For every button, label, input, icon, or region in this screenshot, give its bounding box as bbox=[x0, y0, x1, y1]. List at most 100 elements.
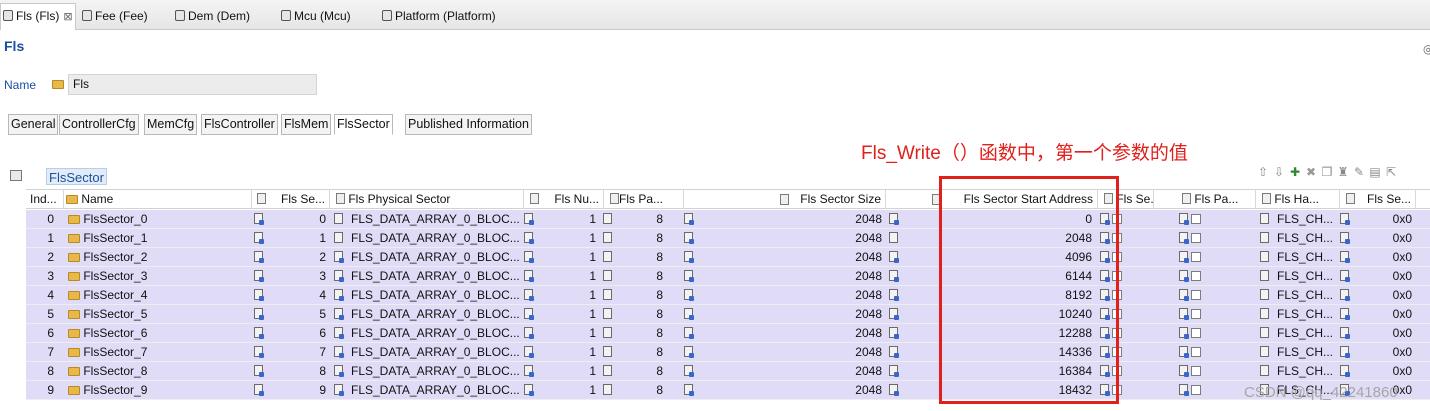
tab-controllercfg[interactable]: ControllerCfg bbox=[59, 114, 139, 135]
row-sector-size[interactable]: 2048 bbox=[726, 267, 882, 286]
table-row[interactable]: 5 FlsSector_5 5 FLS_DATA_ARRAY_0_BLOC... 1 8… bbox=[26, 305, 1430, 324]
header-name[interactable]: Name bbox=[66, 190, 252, 209]
checkbox[interactable] bbox=[1191, 347, 1202, 357]
view-menu-icon[interactable]: ◎ bbox=[1423, 42, 1430, 56]
row-fls-pa[interactable]: 8 bbox=[621, 248, 663, 267]
row-fls-se-3[interactable]: 0x0 bbox=[1366, 267, 1412, 286]
row-sector-size[interactable]: 2048 bbox=[726, 229, 882, 248]
row-fls-pa[interactable]: 8 bbox=[621, 305, 663, 324]
table-row[interactable]: 1 FlsSector_1 1 FLS_DATA_ARRAY_0_BLOC... 1 8… bbox=[26, 229, 1430, 248]
header-physical-sector[interactable]: Fls Physical Sector bbox=[332, 190, 524, 209]
header-fls-se-3[interactable]: Fls Se... bbox=[1342, 190, 1416, 209]
delete-row-icon[interactable]: ✖ bbox=[1304, 165, 1318, 179]
row-fls-ha[interactable]: FLS_CH... bbox=[1277, 362, 1337, 381]
row-fls-ha[interactable]: FLS_CH... bbox=[1277, 343, 1337, 362]
add-row-icon[interactable]: ✚ bbox=[1288, 165, 1302, 179]
checkbox[interactable] bbox=[1191, 290, 1202, 300]
row-fls-pa[interactable]: 8 bbox=[621, 210, 663, 229]
row-sector-size[interactable]: 2048 bbox=[726, 324, 882, 343]
table-row[interactable]: 3 FlsSector_3 3 FLS_DATA_ARRAY_0_BLOC... 1 8… bbox=[26, 267, 1430, 286]
row-fls-se-3[interactable]: 0x0 bbox=[1366, 229, 1412, 248]
row-fls-nu[interactable]: 1 bbox=[546, 381, 596, 400]
row-fls-se[interactable]: 7 bbox=[276, 343, 326, 362]
row-fls-nu[interactable]: 1 bbox=[546, 286, 596, 305]
checkbox[interactable] bbox=[1191, 385, 1202, 395]
copy-icon[interactable]: ❐ bbox=[1320, 165, 1334, 179]
table-row[interactable]: 2 FlsSector_2 2 FLS_DATA_ARRAY_0_BLOC... 1 8… bbox=[26, 248, 1430, 267]
row-fls-pa[interactable]: 8 bbox=[621, 229, 663, 248]
row-fls-pa[interactable]: 8 bbox=[621, 267, 663, 286]
row-physical-sector[interactable]: FLS_DATA_ARRAY_0_BLOC... bbox=[351, 267, 521, 286]
row-fls-se[interactable]: 8 bbox=[276, 362, 326, 381]
row-fls-se-3[interactable]: 0x0 bbox=[1366, 248, 1412, 267]
row-fls-se[interactable]: 0 bbox=[276, 210, 326, 229]
row-fls-ha[interactable]: FLS_CH... bbox=[1277, 267, 1337, 286]
row-fls-nu[interactable]: 1 bbox=[546, 343, 596, 362]
checkbox[interactable] bbox=[1191, 271, 1202, 281]
tab-flsmem[interactable]: FlsMem bbox=[281, 114, 332, 135]
table-row[interactable]: 4 FlsSector_4 4 FLS_DATA_ARRAY_0_BLOC... 1 8… bbox=[26, 286, 1430, 305]
tab-published-information[interactable]: Published Information bbox=[405, 114, 532, 135]
row-fls-se[interactable]: 1 bbox=[276, 229, 326, 248]
row-sector-size[interactable]: 2048 bbox=[726, 210, 882, 229]
tools-icon[interactable]: ♜ bbox=[1336, 165, 1350, 179]
row-physical-sector[interactable]: FLS_DATA_ARRAY_0_BLOC... bbox=[351, 381, 521, 400]
row-fls-se-3[interactable]: 0x0 bbox=[1366, 286, 1412, 305]
close-icon[interactable]: ⊠ bbox=[63, 11, 72, 23]
row-fls-se-3[interactable]: 0x0 bbox=[1366, 343, 1412, 362]
row-name-cell[interactable]: FlsSector_8 bbox=[68, 362, 248, 381]
header-fls-pa-2[interactable]: Fls Pa... bbox=[1156, 190, 1256, 209]
table-row[interactable]: 9 FlsSector_9 9 FLS_DATA_ARRAY_0_BLOC... 1 8… bbox=[26, 381, 1430, 400]
row-physical-sector[interactable]: FLS_DATA_ARRAY_0_BLOC... bbox=[351, 305, 521, 324]
editor-tab-dem[interactable]: Dem (Dem) bbox=[175, 6, 250, 26]
row-sector-size[interactable]: 2048 bbox=[726, 381, 882, 400]
edit-icon[interactable]: ✎ bbox=[1352, 165, 1366, 179]
export-icon[interactable]: ⇱ bbox=[1384, 165, 1398, 179]
row-fls-se-3[interactable]: 0x0 bbox=[1366, 210, 1412, 229]
row-fls-ha[interactable]: FLS_CH... bbox=[1277, 305, 1337, 324]
move-up-icon[interactable]: ⇧ bbox=[1256, 165, 1270, 179]
row-physical-sector[interactable]: FLS_DATA_ARRAY_0_BLOC... bbox=[351, 286, 521, 305]
row-physical-sector[interactable]: FLS_DATA_ARRAY_0_BLOC... bbox=[351, 229, 521, 248]
row-fls-nu[interactable]: 1 bbox=[546, 324, 596, 343]
header-fls-nu[interactable]: Fls Nu... bbox=[526, 190, 604, 209]
row-sector-size[interactable]: 2048 bbox=[726, 305, 882, 324]
row-fls-se-3[interactable]: 0x0 bbox=[1366, 362, 1412, 381]
row-sector-size[interactable]: 2048 bbox=[726, 286, 882, 305]
row-physical-sector[interactable]: FLS_DATA_ARRAY_0_BLOC... bbox=[351, 324, 521, 343]
row-fls-se-3[interactable]: 0x0 bbox=[1366, 324, 1412, 343]
row-fls-se-3[interactable]: 0x0 bbox=[1366, 305, 1412, 324]
checkbox[interactable] bbox=[1191, 252, 1202, 262]
row-name-cell[interactable]: FlsSector_6 bbox=[68, 324, 248, 343]
row-fls-nu[interactable]: 1 bbox=[546, 229, 596, 248]
row-sector-size[interactable]: 2048 bbox=[726, 343, 882, 362]
checkbox[interactable] bbox=[1191, 214, 1202, 224]
row-fls-pa[interactable]: 8 bbox=[621, 381, 663, 400]
table-edit-icon[interactable]: ▤ bbox=[1368, 165, 1382, 179]
name-field[interactable]: Fls bbox=[68, 74, 317, 95]
row-fls-ha[interactable]: FLS_CH... bbox=[1277, 286, 1337, 305]
row-name-cell[interactable]: FlsSector_0 bbox=[68, 210, 248, 229]
row-fls-se[interactable]: 6 bbox=[276, 324, 326, 343]
row-physical-sector[interactable]: FLS_DATA_ARRAY_0_BLOC... bbox=[351, 210, 521, 229]
editor-tab-mcu[interactable]: Mcu (Mcu) bbox=[281, 6, 351, 26]
row-fls-pa[interactable]: 8 bbox=[621, 286, 663, 305]
header-fls-ha[interactable]: Fls Ha... bbox=[1258, 190, 1340, 209]
table-row[interactable]: 6 FlsSector_6 6 FLS_DATA_ARRAY_0_BLOC... 1 8… bbox=[26, 324, 1430, 343]
table-row[interactable]: 8 FlsSector_8 8 FLS_DATA_ARRAY_0_BLOC... 1 8… bbox=[26, 362, 1430, 381]
row-name-cell[interactable]: FlsSector_1 bbox=[68, 229, 248, 248]
tab-memcfg[interactable]: MemCfg bbox=[144, 114, 198, 135]
row-fls-nu[interactable]: 1 bbox=[546, 210, 596, 229]
checkbox[interactable] bbox=[1191, 309, 1202, 319]
header-fls-se[interactable]: Fls Se... bbox=[254, 190, 330, 209]
row-fls-ha[interactable]: FLS_CH... bbox=[1277, 210, 1337, 229]
row-fls-se[interactable]: 9 bbox=[276, 381, 326, 400]
row-name-cell[interactable]: FlsSector_9 bbox=[68, 381, 248, 400]
row-fls-se[interactable]: 3 bbox=[276, 267, 326, 286]
editor-tab-fee[interactable]: Fee (Fee) bbox=[82, 6, 148, 26]
row-name-cell[interactable]: FlsSector_4 bbox=[68, 286, 248, 305]
row-fls-se[interactable]: 4 bbox=[276, 286, 326, 305]
row-name-cell[interactable]: FlsSector_7 bbox=[68, 343, 248, 362]
row-fls-pa[interactable]: 8 bbox=[621, 343, 663, 362]
row-fls-ha[interactable]: FLS_CH... bbox=[1277, 229, 1337, 248]
